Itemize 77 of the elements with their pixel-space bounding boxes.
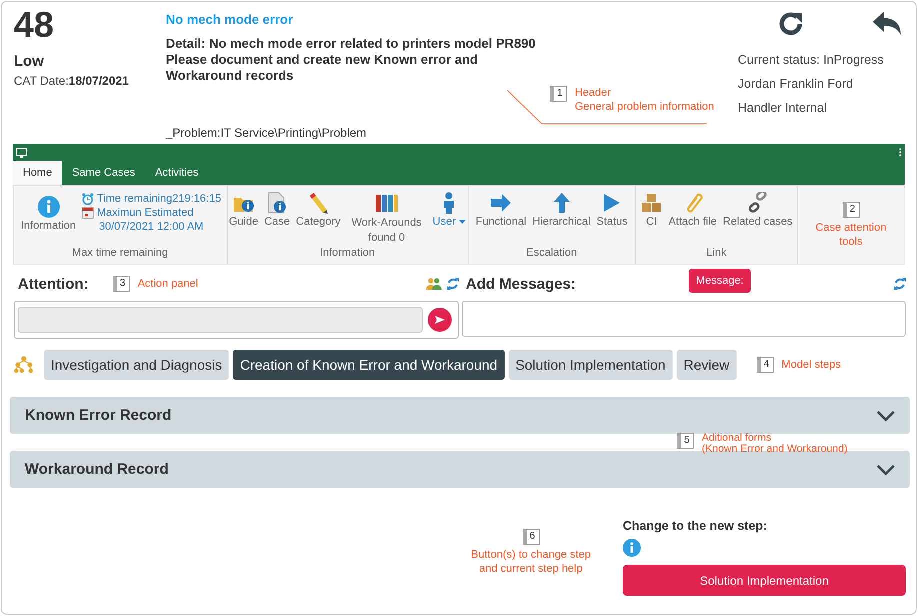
ribbon-button[interactable]: Guide xyxy=(227,192,260,228)
problem-detail: Detail: No mech mode error related to printers model PR890 Please document and create new Known error and Workaround records xyxy=(166,36,537,84)
caret-icon xyxy=(459,220,466,224)
step-tab[interactable]: Creation of Known Error and Workaround xyxy=(233,350,505,380)
detail-text: Time remaining219:16:15 xyxy=(97,193,222,205)
calendar-icon xyxy=(82,207,94,219)
messages-label: Add Messages: xyxy=(466,276,576,292)
reply-icon[interactable] xyxy=(872,11,902,37)
callout-number: 6 xyxy=(522,529,540,545)
callout-number: 2 xyxy=(842,202,860,218)
ribbon-button[interactable]: Hierarchical xyxy=(530,192,593,228)
message-input[interactable] xyxy=(462,301,906,337)
status-text: Handler Internal xyxy=(738,101,828,115)
form-title: Known Error Record xyxy=(25,407,172,424)
callout-text: Model steps xyxy=(782,358,841,372)
cat-date: CAT Date:18/07/2021 xyxy=(14,74,130,88)
ribbon-button[interactable]: Related cases xyxy=(721,192,795,228)
pencil-icon xyxy=(307,192,330,214)
message-button[interactable]: Message: xyxy=(689,269,751,293)
status-text: Current status: InProgress xyxy=(738,53,885,67)
ribbon-button[interactable]: Information xyxy=(19,196,78,232)
callout-text: Button(s) to change step and current step help xyxy=(471,548,591,576)
step-tab[interactable]: Investigation and Diagnosis xyxy=(44,350,230,380)
callout-text: Case attention tools xyxy=(816,221,887,249)
callout-number: 1 xyxy=(550,86,567,102)
ribbon-button[interactable]: Work-Arounds found 0 xyxy=(344,192,429,246)
ribbon-button[interactable]: Case xyxy=(262,192,292,228)
info-icon xyxy=(38,196,60,218)
step-tab[interactable]: Solution Implementation xyxy=(508,350,673,380)
ribbon-tab[interactable]: Same Cases xyxy=(62,161,146,185)
priority-text: Low xyxy=(14,53,45,70)
date-text: 30/07/2021 12:00 AM xyxy=(99,221,204,233)
attention-input[interactable] xyxy=(18,307,423,333)
ribbon-button[interactable]: Category xyxy=(294,192,343,228)
attention-label: Attention: xyxy=(18,276,89,292)
ribbon-button[interactable]: CI xyxy=(638,192,665,228)
boxes-icon xyxy=(640,192,663,214)
ribbon-button[interactable]: Status xyxy=(594,192,630,228)
right-arrow-icon xyxy=(490,192,512,214)
monitor-icon xyxy=(16,148,27,158)
form-title: Workaround Record xyxy=(25,461,169,478)
group-label: Information xyxy=(320,247,376,261)
status-text: Jordan Franklin Ford xyxy=(738,77,854,91)
send-icon xyxy=(435,315,445,325)
ribbon-button[interactable]: Attach file xyxy=(666,192,720,228)
callout-text: Header General problem information xyxy=(575,86,714,114)
step-tab[interactable]: Review xyxy=(676,350,737,380)
binders-icon xyxy=(374,192,399,214)
alarm-clock-icon xyxy=(82,193,94,205)
group-label: Link xyxy=(706,247,727,261)
chain-icon xyxy=(746,192,769,214)
person-icon xyxy=(442,192,456,214)
ribbon-tab[interactable]: Home xyxy=(13,161,62,185)
case-number: 48 xyxy=(14,5,56,45)
people-icon[interactable] xyxy=(425,278,443,290)
group-label: Max time remaining xyxy=(72,247,168,261)
callout-number: 5 xyxy=(677,433,694,449)
group-label: Escalation xyxy=(526,247,578,261)
accordion-header[interactable]: Known Error Record xyxy=(10,397,910,434)
change-step-label: Change to the new step: xyxy=(623,519,768,533)
hierarchy-icon xyxy=(14,356,34,374)
detail-text: Maximun Estimated xyxy=(97,207,194,219)
change-step-button[interactable]: Solution Implementation xyxy=(623,565,906,596)
callout-number: 4 xyxy=(756,357,774,373)
ribbon-tab[interactable]: Activities xyxy=(145,161,209,185)
callout-number: 3 xyxy=(112,276,130,292)
document-icon xyxy=(267,192,288,214)
callout-text: Action panel xyxy=(138,277,198,291)
info-icon[interactable] xyxy=(623,539,641,557)
up-arrow-icon xyxy=(552,192,571,214)
ribbon-button[interactable]: Functional xyxy=(474,192,529,228)
send-button[interactable] xyxy=(428,308,452,332)
problem-title: No mech mode error xyxy=(166,12,294,27)
user-menu[interactable]: User xyxy=(430,192,468,228)
play-icon xyxy=(603,192,622,214)
more-icon xyxy=(899,148,902,157)
category-path: _Problem:IT Service\Printing\Problem xyxy=(166,126,368,140)
